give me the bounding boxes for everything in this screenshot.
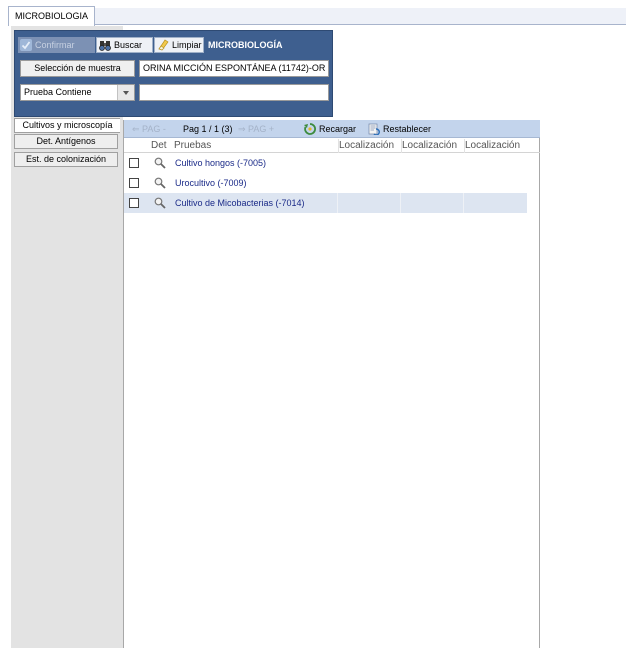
confirm-label: Confirmar — [35, 40, 75, 50]
confirm-button[interactable]: Confirmar — [18, 37, 95, 53]
test-name: Cultivo hongos (-7005) — [175, 158, 267, 168]
chevron-down-icon[interactable] — [117, 85, 134, 100]
grid-header: Det Pruebas Localización Localización Lo… — [124, 139, 540, 153]
tab-microbiologia[interactable]: MICROBIOLOGIA — [8, 6, 96, 26]
sample-selection-button[interactable]: Selección de muestra — [20, 60, 135, 77]
column-header-localizacion-2[interactable]: Localización — [401, 139, 464, 153]
search-button[interactable]: Buscar — [96, 37, 153, 53]
filter-select-value: Prueba Contiene — [24, 87, 92, 97]
row-checkbox[interactable] — [129, 198, 139, 208]
table-row[interactable]: Urocultivo (-7009) — [124, 173, 527, 193]
column-header-localizacion-1[interactable]: Localización — [338, 139, 401, 153]
column-header-det[interactable]: Det — [151, 139, 173, 153]
panel-title: MICROBIOLOGÍA — [208, 40, 283, 50]
row-checkbox[interactable] — [129, 158, 139, 168]
clear-button[interactable]: Limpiar — [154, 37, 204, 53]
grid-toolbar: ⇐ PAG - Pag 1 / 1 (3) ⇒ PAG + Recargar R… — [124, 120, 540, 138]
reload-button[interactable]: Recargar — [304, 123, 356, 135]
tab-est-colonizacion[interactable]: Est. de colonización — [14, 152, 118, 167]
reload-icon — [304, 123, 316, 135]
prev-page-button[interactable]: ⇐ PAG - — [132, 123, 166, 135]
magnifier-icon[interactable] — [154, 157, 166, 169]
binoculars-icon — [99, 41, 111, 51]
check-icon — [20, 39, 32, 51]
page-info: Pag 1 / 1 (3) — [183, 124, 233, 134]
tests-grid: ⇐ PAG - Pag 1 / 1 (3) ⇒ PAG + Recargar R… — [123, 120, 540, 648]
reset-button[interactable]: Restablecer — [368, 123, 431, 135]
filter-select[interactable]: Prueba Contiene — [20, 84, 135, 101]
column-header-localizacion-3[interactable]: Localización — [464, 139, 527, 153]
tab-det-antigenos[interactable]: Det. Antígenos — [14, 134, 118, 149]
test-name: Urocultivo (-7009) — [175, 178, 247, 188]
row-checkbox[interactable] — [129, 178, 139, 188]
top-tab-strip — [8, 8, 626, 25]
reset-icon — [368, 123, 380, 135]
column-header-pruebas[interactable]: Pruebas — [174, 139, 334, 153]
next-page-button[interactable]: ⇒ PAG + — [238, 123, 274, 135]
search-panel: Confirmar Buscar Limpiar MICROBIOLOGÍA S… — [14, 30, 333, 117]
reload-label: Recargar — [319, 124, 357, 134]
filter-input[interactable] — [139, 84, 329, 101]
test-name: Cultivo de Micobacterias (-7014) — [175, 198, 305, 208]
tab-cultivos-microscopia[interactable]: Cultivos y microscopía — [14, 118, 120, 133]
magnifier-icon[interactable] — [154, 177, 166, 189]
reset-label: Restablecer — [383, 124, 432, 134]
sample-field[interactable]: ORINA MICCIÓN ESPONTÁNEA (11742)-OR — [139, 60, 329, 77]
eraser-icon — [158, 39, 169, 51]
clear-label: Limpiar — [172, 40, 202, 50]
search-label: Buscar — [114, 40, 143, 50]
table-row-selected[interactable]: Cultivo de Micobacterias (-7014) — [124, 193, 527, 213]
table-row[interactable]: Cultivo hongos (-7005) — [124, 153, 527, 173]
magnifier-icon[interactable] — [154, 197, 166, 209]
